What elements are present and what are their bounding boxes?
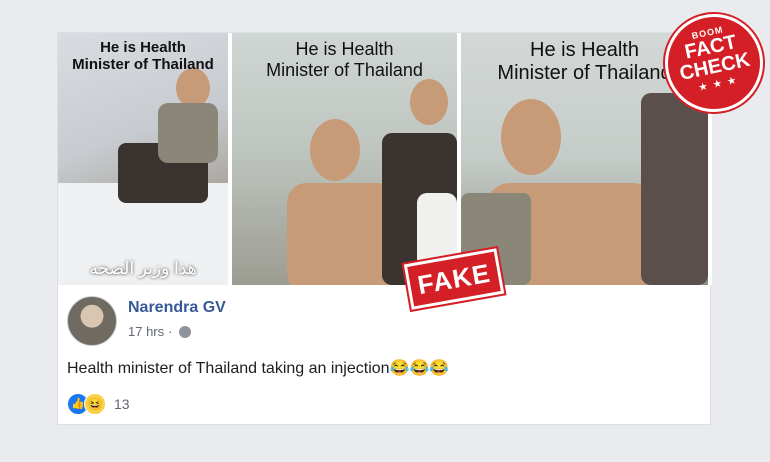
author-name[interactable]: Narendra GV — [128, 299, 226, 317]
post-meta: 17 hrs · — [128, 324, 192, 339]
avatar[interactable] — [67, 296, 117, 346]
meta-separator: · — [168, 324, 173, 339]
facebook-post-card: He is Health Minister of Thailand هذا وز… — [57, 32, 712, 425]
arabic-overlay-text: هذا وزير الصحه — [89, 259, 197, 278]
reaction-count[interactable]: 13 — [114, 396, 130, 412]
photo-2-caption: He is Health Minister of Thailand — [266, 39, 423, 80]
globe-icon[interactable] — [179, 325, 192, 338]
post-text: Health minister of Thailand taking an in… — [67, 360, 450, 377]
reactions-bar[interactable]: 👍 😆 13 — [67, 393, 130, 415]
photo-collage[interactable]: He is Health Minister of Thailand هذا وز… — [58, 33, 712, 285]
post-time[interactable]: 17 hrs — [128, 324, 164, 339]
haha-icon: 😆 — [84, 393, 106, 415]
photo-2[interactable]: He is Health Minister of Thailand — [232, 33, 457, 285]
photo-1[interactable]: He is Health Minister of Thailand هذا وز… — [58, 33, 228, 285]
photo-1-caption: He is Health Minister of Thailand — [72, 39, 214, 73]
